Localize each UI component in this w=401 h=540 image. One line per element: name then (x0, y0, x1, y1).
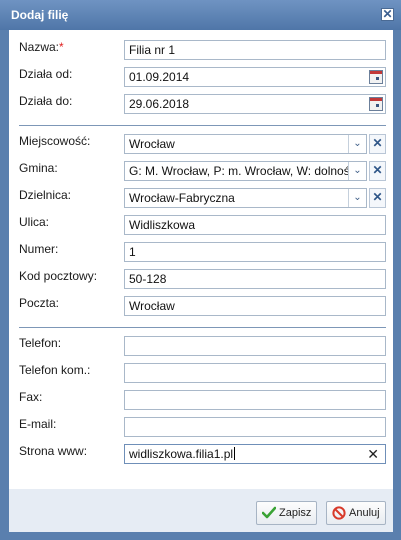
checkmark-icon (262, 506, 276, 519)
numer-field[interactable]: 1 (124, 242, 386, 262)
miejscowosc-label: Miejscowość: (19, 134, 91, 148)
cancel-button-label: Anuluj (349, 507, 380, 519)
text-cursor (234, 447, 236, 460)
dzielnica-select[interactable]: Wrocław-Fabryczna ⌄ (124, 188, 367, 208)
calendar-icon[interactable] (369, 97, 383, 111)
no-entry-icon (332, 506, 346, 520)
section-divider (19, 125, 386, 126)
gmina-select[interactable]: G: M. Wrocław, P: m. Wrocław, W: dolnośl… (124, 161, 367, 181)
dialog-title: Dodaj filię (11, 8, 69, 22)
strona-www-label: Strona www: (19, 444, 88, 458)
nazwa-field[interactable]: Filia nr 1 (124, 40, 386, 60)
close-icon[interactable]: ✕ (381, 8, 394, 21)
telefon-kom-field[interactable] (124, 363, 386, 383)
dziala-od-label: Działa od: (19, 67, 73, 81)
strona-www-value: widliszkowa.filia1.pl (129, 447, 234, 461)
dzielnica-label: Dzielnica: (19, 188, 72, 202)
kod-pocztowy-label: Kod pocztowy: (19, 269, 98, 283)
miejscowosc-select[interactable]: Wrocław ⌄ (124, 134, 367, 154)
miejscowosc-clear-button[interactable]: ✕ (369, 134, 386, 154)
email-label: E-mail: (19, 417, 57, 431)
dialog-titlebar: Dodaj filię ✕ (0, 0, 401, 30)
chevron-down-icon[interactable]: ⌄ (348, 162, 366, 180)
cancel-button[interactable]: Anuluj (326, 501, 386, 525)
ulica-field[interactable]: Widliszkowa (124, 215, 386, 235)
save-button-label: Zapisz (279, 507, 312, 519)
section-divider (19, 327, 386, 328)
miejscowosc-value: Wrocław (129, 137, 175, 151)
email-field[interactable] (124, 417, 386, 437)
telefon-field[interactable] (124, 336, 386, 356)
telefon-kom-label: Telefon kom.: (19, 363, 91, 377)
dziala-do-value: 29.06.2018 (129, 97, 190, 111)
nazwa-label: Nazwa:* (19, 40, 64, 54)
fax-label: Fax: (19, 390, 43, 404)
fax-field[interactable] (124, 390, 386, 410)
telefon-label: Telefon: (19, 336, 62, 350)
gmina-value: G: M. Wrocław, P: m. Wrocław, W: dolnośl… (129, 164, 367, 178)
ulica-label: Ulica: (19, 215, 50, 229)
clear-input-icon[interactable]: ✕ (367, 445, 379, 463)
chevron-down-icon[interactable]: ⌄ (348, 189, 366, 207)
gmina-clear-button[interactable]: ✕ (369, 161, 386, 181)
calendar-icon[interactable] (369, 70, 383, 84)
dziala-od-field[interactable]: 01.09.2014 (124, 67, 386, 87)
strona-www-field[interactable]: widliszkowa.filia1.pl ✕ (124, 444, 386, 464)
required-marker: * (59, 40, 64, 54)
chevron-down-icon[interactable]: ⌄ (348, 135, 366, 153)
dziala-do-field[interactable]: 29.06.2018 (124, 94, 386, 114)
kod-pocztowy-field[interactable]: 50-128 (124, 269, 386, 289)
save-button[interactable]: Zapisz (256, 501, 317, 525)
gmina-label: Gmina: (19, 161, 58, 175)
poczta-field[interactable]: Wrocław (124, 296, 386, 316)
dziala-do-label: Działa do: (19, 94, 73, 108)
dzielnica-clear-button[interactable]: ✕ (369, 188, 386, 208)
poczta-label: Poczta: (19, 296, 60, 310)
numer-label: Numer: (19, 242, 59, 256)
dzielnica-value: Wrocław-Fabryczna (129, 191, 235, 205)
dziala-od-value: 01.09.2014 (129, 70, 190, 84)
